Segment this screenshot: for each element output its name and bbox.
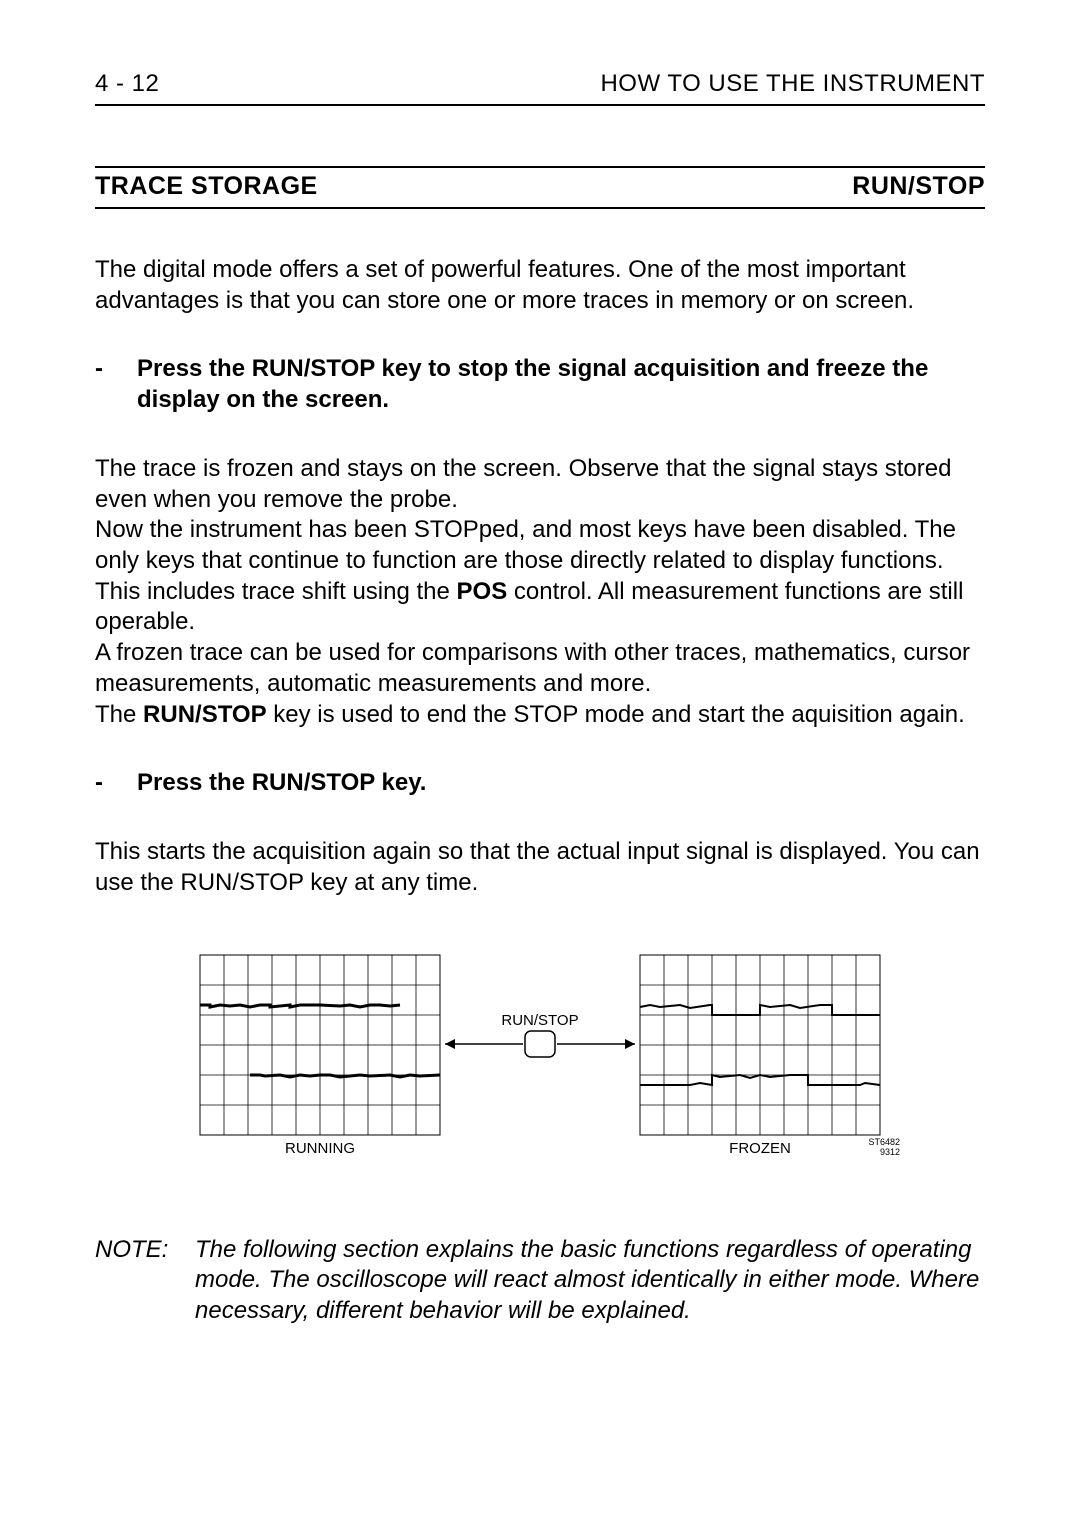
right-scope-grid xyxy=(640,955,880,1135)
figure-svg: RUN/STOP RUNNING FROZEN ST6482 9312 xyxy=(160,945,920,1165)
instruction-2-text: Press the RUN/STOP key. xyxy=(137,768,426,799)
explanation-block: The trace is frozen and stays on the scr… xyxy=(95,454,985,730)
paragraph-2d-post: key is used to end the STOP mode and sta… xyxy=(267,701,965,728)
intro-paragraph: The digital mode offers a set of powerfu… xyxy=(95,255,985,316)
paragraph-3: This starts the acquisition again so tha… xyxy=(95,837,985,898)
instruction-1: - Press the RUN/STOP key to stop the sig… xyxy=(95,354,985,415)
page-number: 4 - 12 xyxy=(95,70,159,98)
paragraph-2b: Now the instrument has been STOPped, and… xyxy=(95,515,985,638)
figure-id-1: ST6482 xyxy=(868,1137,900,1147)
figure-right-caption: FROZEN xyxy=(729,1140,791,1157)
instruction-1-text: Press the RUN/STOP key to stop the signa… xyxy=(137,354,985,415)
section-title-left: TRACE STORAGE xyxy=(95,172,318,201)
paragraph-2a: The trace is frozen and stays on the scr… xyxy=(95,454,985,515)
bullet-dash: - xyxy=(95,768,137,799)
figure-center-label: RUN/STOP xyxy=(501,1012,578,1029)
document-page: 4 - 12 HOW TO USE THE INSTRUMENT TRACE S… xyxy=(0,0,1080,1529)
runstop-bold: RUN/STOP xyxy=(143,701,267,728)
section-header: TRACE STORAGE RUN/STOP xyxy=(95,166,985,209)
figure-left-caption: RUNNING xyxy=(285,1140,355,1157)
running-header: 4 - 12 HOW TO USE THE INSTRUMENT xyxy=(95,70,985,106)
chapter-title: HOW TO USE THE INSTRUMENT xyxy=(600,70,985,98)
run-stop-button-graphic: RUN/STOP xyxy=(445,1012,635,1057)
paragraph-2c: A frozen trace can be used for compariso… xyxy=(95,638,985,699)
left-scope-grid xyxy=(200,955,440,1135)
note-label: NOTE: xyxy=(95,1235,195,1266)
pos-bold: POS xyxy=(457,578,508,605)
note-text: The following section explains the basic… xyxy=(195,1235,985,1327)
note-block: NOTE: The following section explains the… xyxy=(95,1235,985,1327)
paragraph-2d: The RUN/STOP key is used to end the STOP… xyxy=(95,700,985,731)
run-stop-figure: RUN/STOP RUNNING FROZEN ST6482 9312 xyxy=(95,945,985,1165)
bullet-dash: - xyxy=(95,354,137,385)
section-title-right: RUN/STOP xyxy=(852,172,985,201)
paragraph-2d-pre: The xyxy=(95,701,143,728)
figure-id-2: 9312 xyxy=(880,1147,900,1157)
instruction-2: - Press the RUN/STOP key. xyxy=(95,768,985,799)
